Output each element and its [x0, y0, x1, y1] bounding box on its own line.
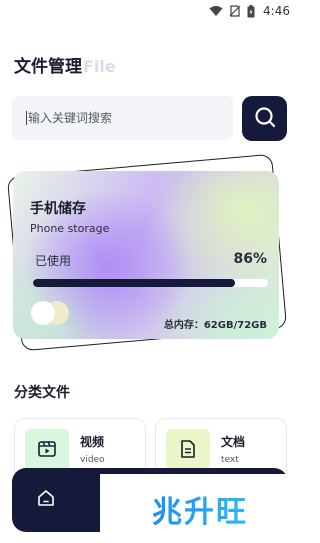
- search-icon: [253, 105, 277, 133]
- battery-icon: [247, 4, 255, 18]
- category-document-sub: text: [221, 455, 239, 465]
- decorative-dot: [31, 301, 55, 325]
- total-storage-label: 总内存：62GB/72GB: [163, 320, 267, 331]
- storage-subtitle: Phone storage: [30, 222, 110, 235]
- status-bar: 4:46: [0, 0, 300, 22]
- search-input[interactable]: [28, 111, 218, 125]
- category-document-icon-box: [166, 429, 210, 473]
- storage-title: 手机储存: [30, 201, 86, 217]
- status-time: 4:46: [263, 4, 290, 18]
- watermark-text: 兆升旺: [152, 487, 248, 531]
- video-icon: [38, 441, 56, 461]
- home-icon: [37, 489, 55, 511]
- page-title-cn: 文件管理: [14, 57, 82, 77]
- text-caret: [26, 111, 27, 125]
- wifi-icon: [209, 5, 223, 17]
- used-label: 已使用: [35, 254, 72, 268]
- page-title-en: File: [83, 57, 116, 76]
- watermark: 兆升旺: [100, 474, 300, 543]
- storage-card[interactable]: 手机储存 Phone storage 已使用 86% 总内存：62GB/72GB: [13, 171, 279, 339]
- no-sim-icon: [229, 5, 241, 17]
- search-bar[interactable]: [12, 96, 233, 140]
- nav-home[interactable]: [34, 488, 58, 512]
- category-video-sub: video: [80, 455, 105, 465]
- storage-progress-fill: [33, 279, 236, 287]
- page-title: 文件管理 File: [14, 52, 116, 77]
- category-section-title: 分类文件: [14, 385, 70, 401]
- used-percent: 86%: [233, 251, 267, 267]
- category-video-name: 视频: [80, 435, 105, 449]
- storage-progress-bar: [33, 279, 268, 287]
- search-button[interactable]: [242, 96, 287, 141]
- category-document-name: 文档: [221, 435, 246, 449]
- category-video-icon-box: [25, 429, 69, 473]
- document-icon: [180, 440, 196, 462]
